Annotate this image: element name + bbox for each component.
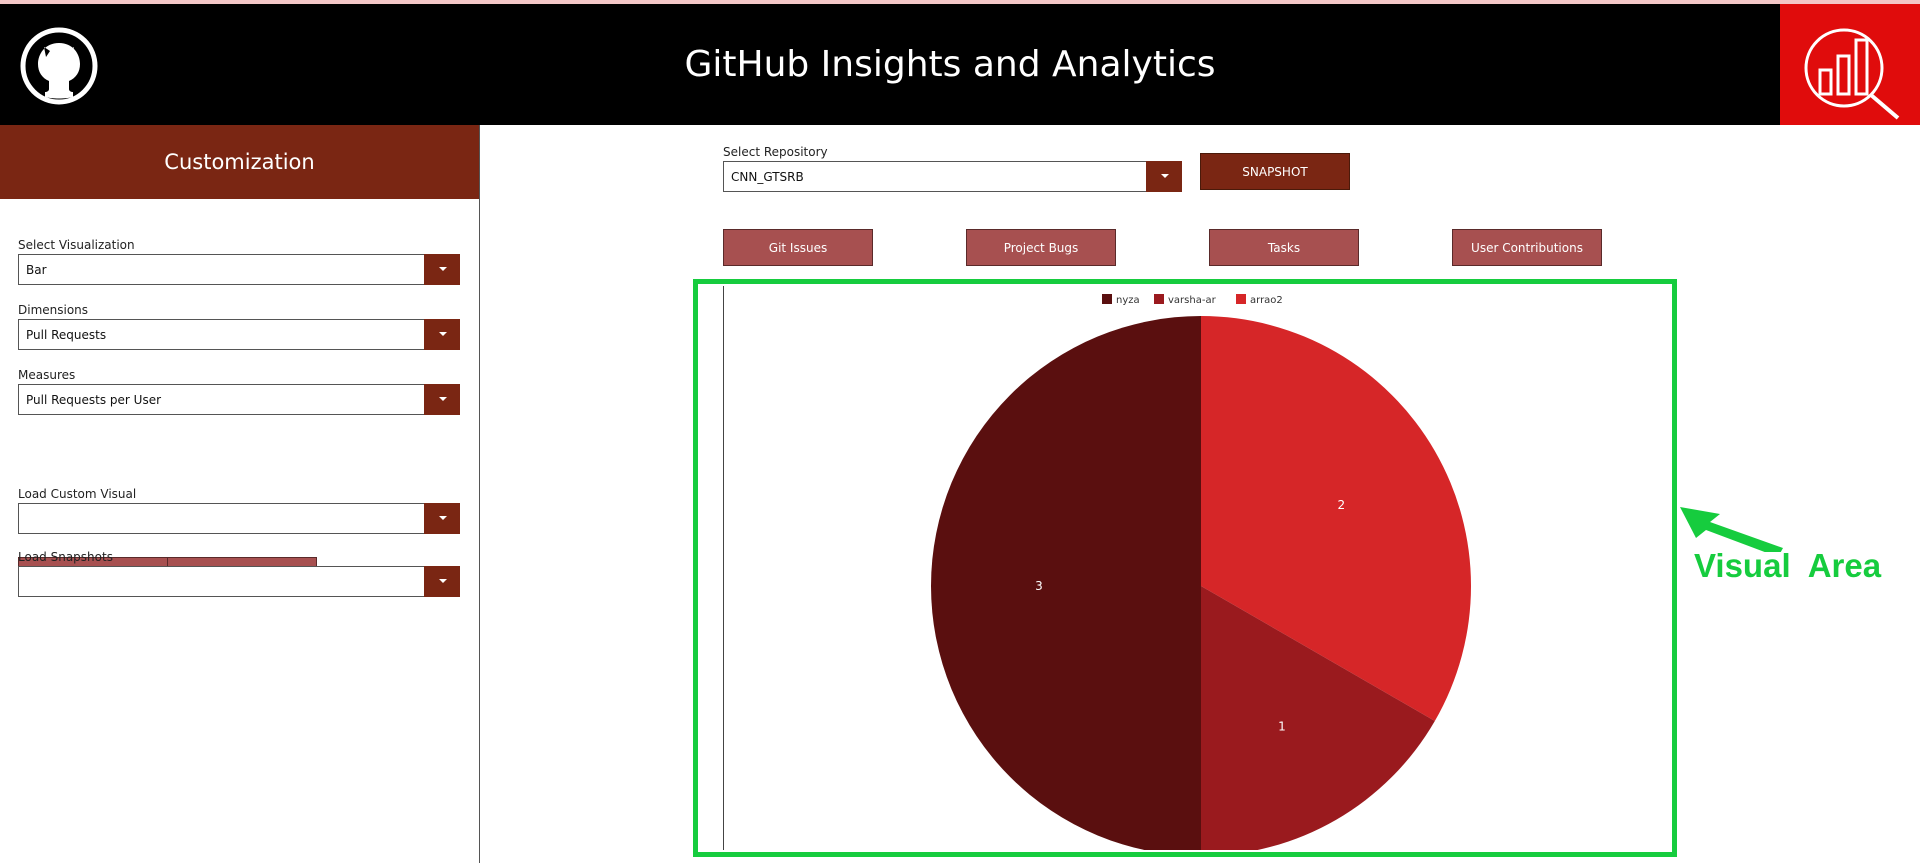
visual-area-annotation: Visual Area (1694, 547, 1882, 584)
legend-label: nyza (1116, 295, 1140, 306)
measures-select[interactable]: Pull Requests per User (18, 384, 460, 415)
visualization-select[interactable]: Bar (18, 254, 460, 285)
chevron-down-icon[interactable] (1146, 161, 1182, 192)
dimensions-select[interactable]: Pull Requests (18, 319, 460, 350)
pie-chart: nyza varsha-ar arrao2 2 1 3 (931, 294, 1472, 850)
chart-legend: nyza varsha-ar arrao2 (1102, 294, 1283, 306)
repository-label: Select Repository (723, 145, 828, 159)
dimensions-value: Pull Requests (26, 328, 107, 342)
customization-panel: Customization Select Visualization Bar D… (0, 125, 480, 863)
tab-git-issues[interactable]: Git Issues (723, 229, 873, 266)
tab-user-contributions[interactable]: User Contributions (1452, 229, 1602, 266)
load-custom-visual-select[interactable] (18, 503, 460, 534)
legend-label: arrao2 (1250, 295, 1283, 306)
chevron-down-icon[interactable] (424, 503, 460, 534)
legend-swatch (1236, 294, 1246, 304)
measures-label: Measures (18, 368, 76, 382)
chevron-down-icon[interactable] (424, 254, 460, 285)
chart-magnifier-icon (1804, 28, 1900, 120)
tab-project-bugs[interactable]: Project Bugs (966, 229, 1116, 266)
chevron-down-icon[interactable] (424, 566, 460, 597)
pie-data-label: 2 (1337, 498, 1345, 512)
visualization-label: Select Visualization (18, 238, 135, 252)
repository-value: CNN_GTSRB (731, 170, 804, 184)
arrow-icon (1680, 507, 1783, 552)
tab-tasks[interactable]: Tasks (1209, 229, 1359, 266)
load-custom-visual-label: Load Custom Visual (18, 487, 137, 501)
legend-swatch (1154, 294, 1164, 304)
dimensions-label: Dimensions (18, 303, 89, 317)
analytics-logo (1780, 4, 1920, 125)
app-header: GitHub Insights and Analytics (0, 4, 1920, 125)
panel-title: Customization (0, 125, 479, 199)
pie-data-label: 3 (1035, 579, 1043, 593)
legend-label: varsha-ar (1168, 295, 1217, 306)
measures-value: Pull Requests per User (26, 393, 162, 407)
chevron-down-icon[interactable] (424, 319, 460, 350)
pie-data-label: 1 (1278, 719, 1286, 733)
pie-slice-nyza[interactable] (931, 316, 1201, 850)
snapshot-button[interactable]: SNAPSHOT (1200, 153, 1350, 190)
visualization-value: Bar (26, 263, 47, 277)
app-title: GitHub Insights and Analytics (684, 44, 1216, 85)
load-snapshots-select[interactable] (18, 566, 460, 597)
chevron-down-icon[interactable] (424, 384, 460, 415)
repository-select[interactable]: CNN_GTSRB (723, 161, 1182, 192)
legend-swatch (1102, 294, 1112, 304)
load-snapshots-label: Load Snapshots (18, 550, 113, 564)
